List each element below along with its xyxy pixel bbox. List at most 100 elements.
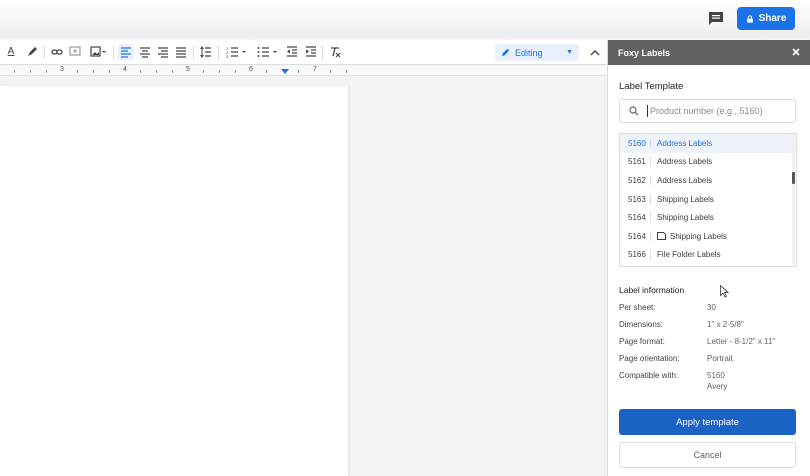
- list-scrollbar-track[interactable]: [792, 136, 795, 264]
- row-divider: [650, 231, 651, 241]
- share-button[interactable]: Share: [737, 7, 795, 30]
- ruler-tick: [77, 70, 78, 73]
- toolbar-divider: [322, 46, 323, 59]
- toolbar-divider: [44, 46, 45, 59]
- row-divider: [650, 213, 651, 223]
- document-page[interactable]: [0, 86, 348, 476]
- ruler-tick: [298, 70, 299, 73]
- ruler-number: 3: [60, 66, 64, 73]
- collapse-menus-icon[interactable]: [589, 46, 601, 58]
- ruler-tick: [109, 70, 110, 73]
- ruler-tick: [172, 70, 173, 73]
- row-divider: [650, 175, 651, 185]
- template-code: 5161: [628, 157, 646, 167]
- row-divider: [650, 194, 651, 204]
- cancel-button[interactable]: Cancel: [619, 442, 796, 468]
- template-name: Shipping Labels: [657, 213, 714, 223]
- template-name: Address Labels: [657, 138, 713, 148]
- ruler-number: 5: [186, 66, 190, 73]
- numbered-list-icon[interactable]: 123: [224, 45, 250, 59]
- label-information-heading: Label information: [619, 285, 685, 295]
- template-row[interactable]: 5160 Address Labels: [620, 134, 796, 153]
- template-row[interactable]: 5164 Shipping Labels: [620, 208, 796, 227]
- row-divider: [650, 138, 651, 148]
- text-color-glyph: A: [7, 46, 15, 57]
- ruler-tick: [266, 70, 267, 73]
- add-comment-icon[interactable]: [68, 45, 82, 59]
- sidebar-header: Foxy Labels: [608, 40, 810, 65]
- align-left-icon[interactable]: [118, 44, 134, 60]
- template-row[interactable]: 5163 Shipping Labels: [620, 190, 796, 209]
- info-value: 30: [707, 303, 716, 312]
- template-row[interactable]: 5161 Address Labels: [620, 153, 796, 172]
- info-key: Compatible with:: [619, 371, 679, 380]
- template-row[interactable]: 5164 Shipping Labels: [620, 227, 796, 246]
- highlight-pen-icon[interactable]: [25, 45, 39, 59]
- align-right-icon[interactable]: [156, 45, 170, 59]
- ruler-number: 6: [249, 66, 253, 73]
- ruler-tick: [14, 70, 15, 73]
- top-header-bar: Share: [0, 0, 810, 38]
- template-row[interactable]: 5166 File Folder Labels: [620, 246, 796, 265]
- ruler-tick: [93, 70, 94, 73]
- template-name: Shipping Labels: [670, 231, 727, 241]
- editing-mode-label: Editing: [515, 47, 543, 58]
- toolbar-divider: [218, 46, 219, 59]
- template-name: Address Labels: [657, 175, 713, 185]
- ruler-tick: [219, 70, 220, 73]
- row-divider: [650, 157, 651, 167]
- insert-image-icon[interactable]: [88, 45, 108, 59]
- ruler-tick: [46, 70, 47, 73]
- ruler-tick: [203, 70, 204, 73]
- compatible-code: 5160: [707, 371, 725, 380]
- ruler-tick: [235, 70, 236, 73]
- close-icon[interactable]: [790, 46, 802, 58]
- line-spacing-icon[interactable]: [199, 45, 213, 59]
- text-color-button[interactable]: A: [4, 45, 18, 59]
- info-value: Portrait: [707, 354, 733, 363]
- search-input[interactable]: [647, 105, 787, 117]
- info-value: 1" x 2-5/8": [707, 320, 744, 329]
- comments-icon[interactable]: [707, 10, 725, 28]
- align-center-icon[interactable]: [138, 45, 152, 59]
- template-code: 5160: [628, 138, 646, 148]
- template-search-box[interactable]: [619, 99, 796, 123]
- template-code: 5163: [628, 194, 646, 204]
- list-scrollbar-thumb[interactable]: [792, 172, 795, 184]
- apply-template-button[interactable]: Apply template: [619, 409, 796, 435]
- template-row[interactable]: 5162 Address Labels: [620, 171, 796, 190]
- mouse-cursor-icon: [720, 285, 729, 298]
- decrease-indent-icon[interactable]: [285, 45, 299, 59]
- template-name: Shipping Labels: [657, 194, 714, 204]
- row-divider: [650, 250, 651, 260]
- info-key: Per sheet:: [619, 303, 656, 312]
- ruler-tick: [30, 70, 31, 73]
- ruler-number: 7: [313, 66, 317, 73]
- info-key: Page format:: [619, 337, 665, 346]
- info-key: Page orientation:: [619, 354, 680, 363]
- label-template-heading: Label Template: [619, 81, 684, 92]
- sidebar-title: Foxy Labels: [618, 47, 671, 58]
- svg-text:3: 3: [226, 54, 229, 58]
- justify-icon[interactable]: [174, 45, 188, 59]
- horizontal-ruler: 3 4 5 6 7: [0, 66, 607, 76]
- increase-indent-icon[interactable]: [304, 45, 318, 59]
- search-icon: [629, 106, 639, 116]
- lock-icon: [746, 14, 753, 23]
- formatting-toolbar: A 123 Editing ▼: [0, 40, 607, 65]
- ruler-tick: [156, 70, 157, 73]
- template-code: 5162: [628, 175, 646, 185]
- pencil-icon: [501, 48, 510, 57]
- doc-icon: [657, 232, 666, 241]
- template-code: 5164: [628, 213, 646, 223]
- foxy-labels-sidebar: Foxy Labels Label Template 5160 Address …: [607, 40, 810, 476]
- share-label: Share: [758, 13, 787, 24]
- bulleted-list-icon[interactable]: [255, 45, 281, 59]
- info-value: Letter - 8-1/2" x 11": [707, 337, 776, 346]
- right-indent-marker[interactable]: [281, 69, 289, 74]
- editing-mode-dropdown[interactable]: Editing ▼: [495, 44, 579, 61]
- ruler-tick: [346, 70, 347, 73]
- clear-formatting-icon[interactable]: [328, 45, 342, 59]
- link-icon[interactable]: [50, 45, 64, 59]
- template-code: 5164: [628, 231, 646, 241]
